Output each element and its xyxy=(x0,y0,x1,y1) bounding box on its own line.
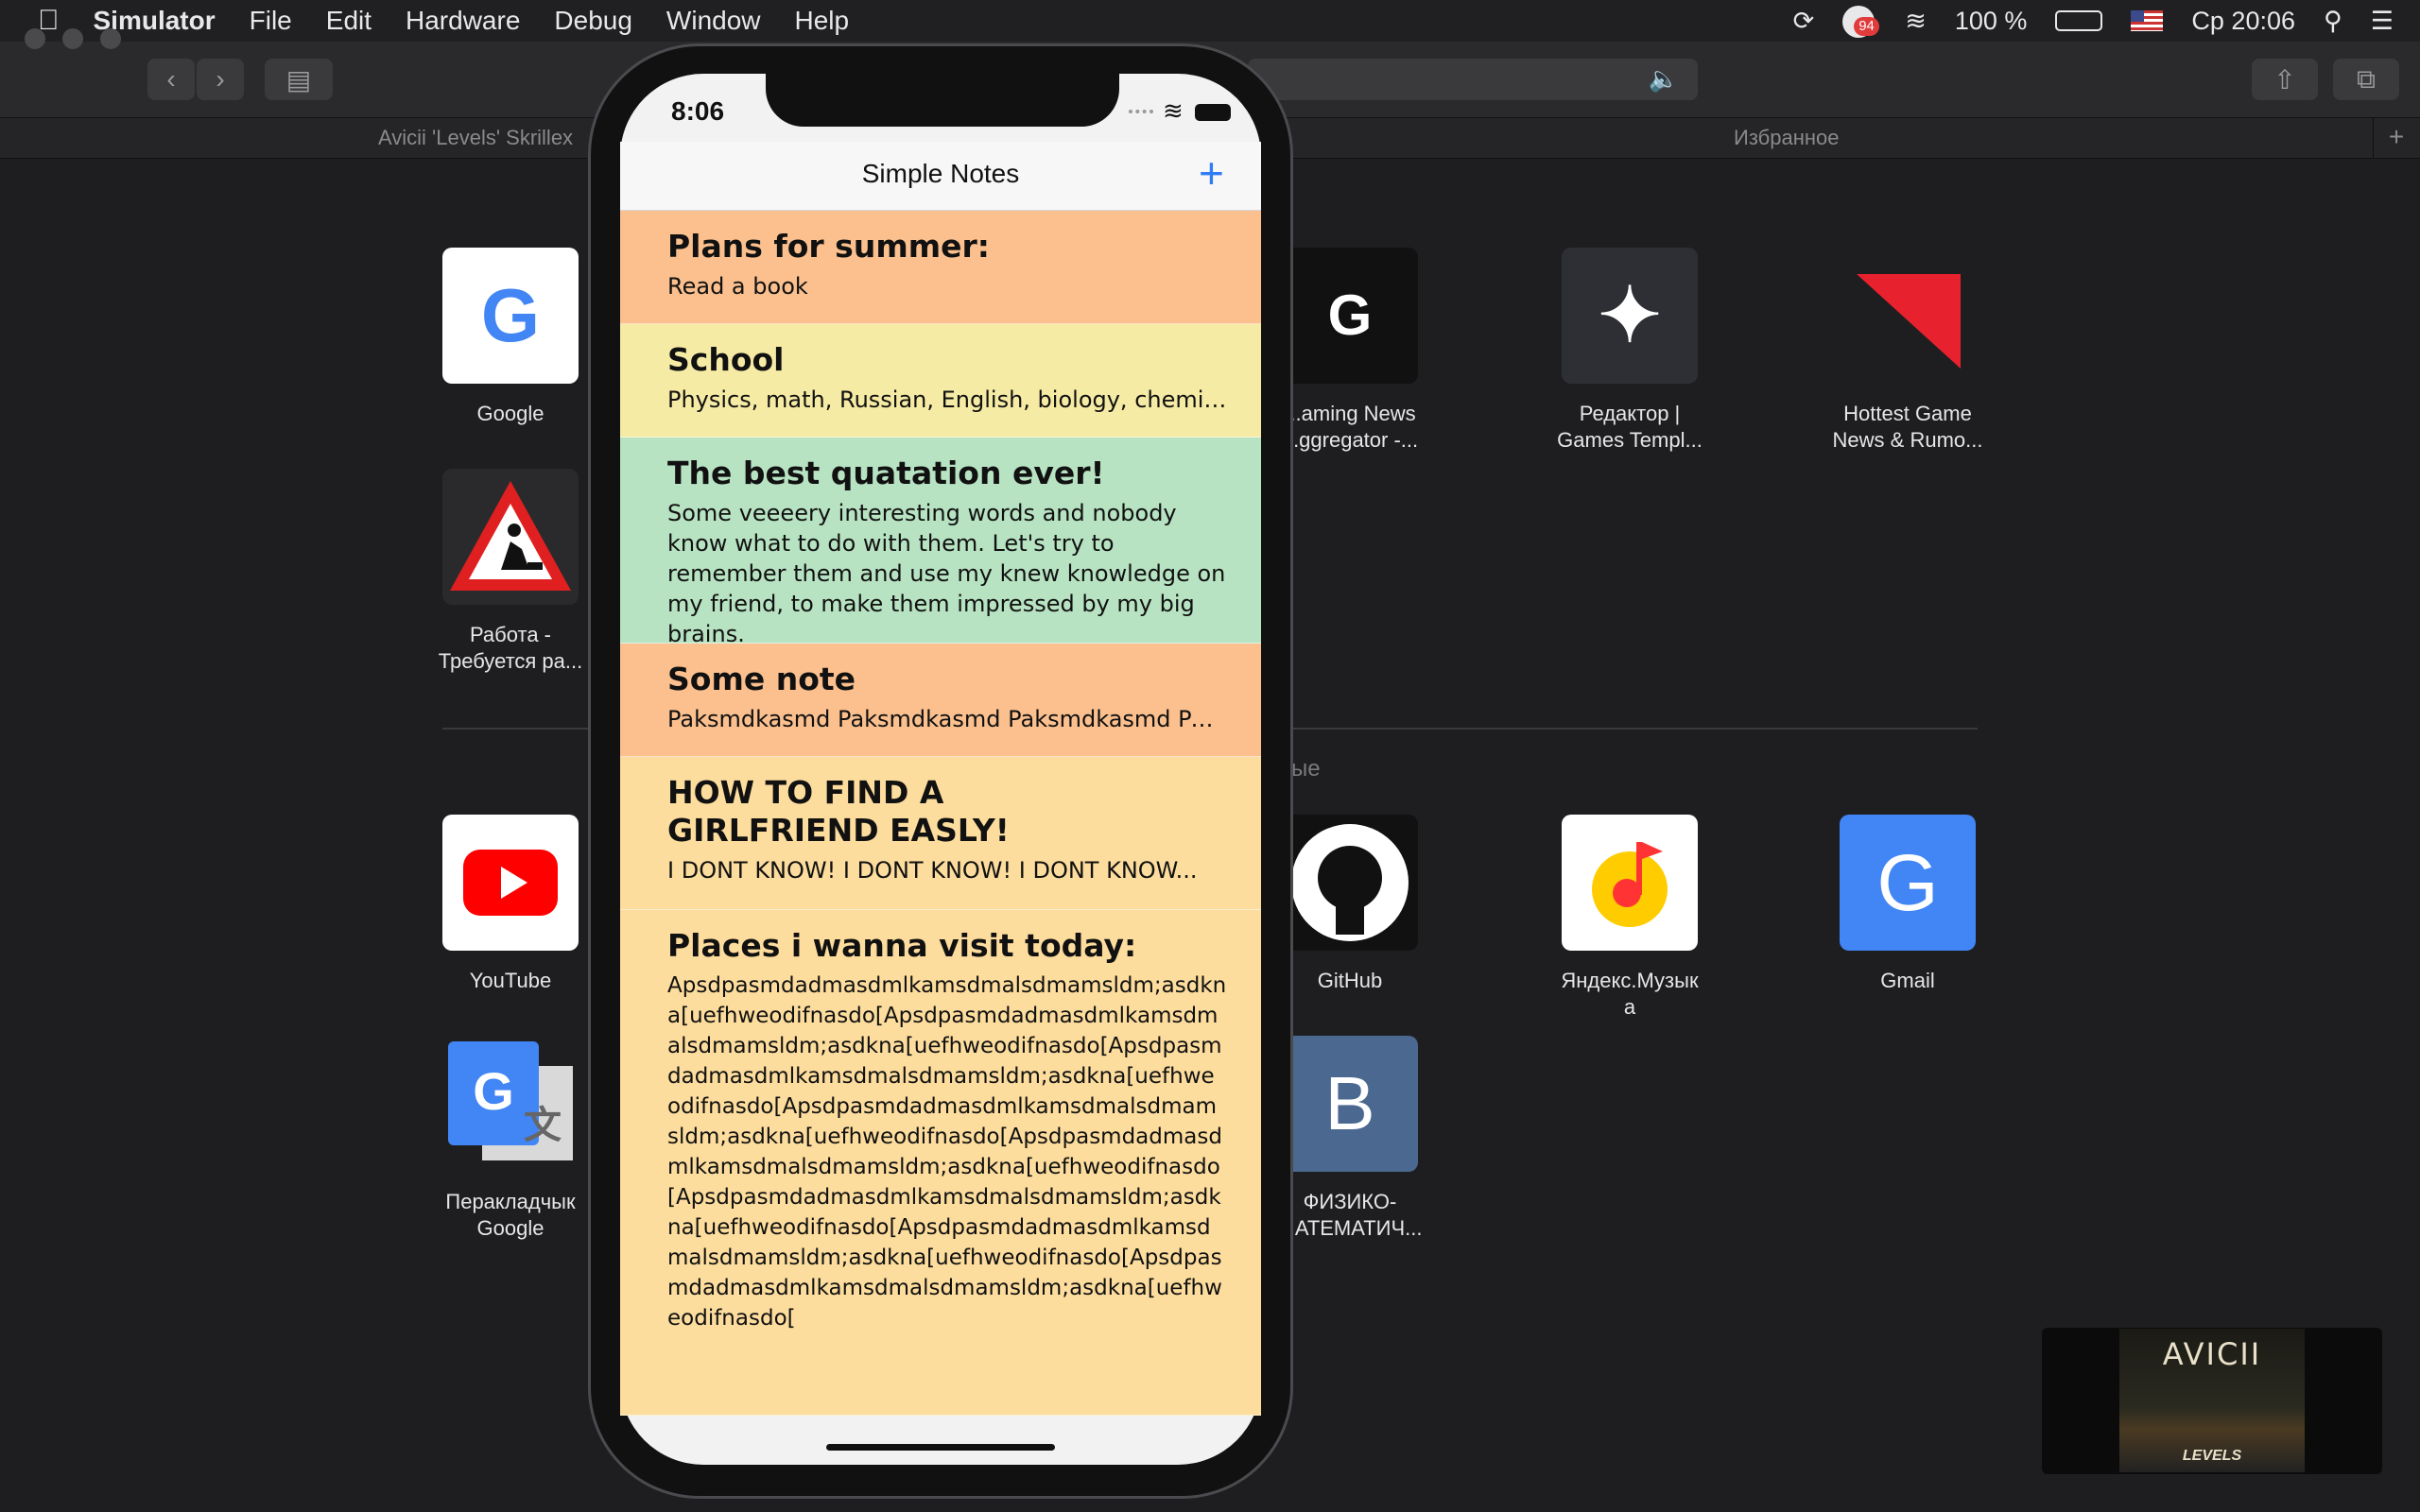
svg-text:G: G xyxy=(473,1061,514,1121)
frequent-label: Gmail xyxy=(1880,969,1935,992)
note-body: Apsdpasmdadmasdmlkamsdmalsdmamsldm;asdkn… xyxy=(667,973,1227,1331)
note-body: Physics, math, Russian, English, biology… xyxy=(667,387,1227,413)
google-icon: G xyxy=(442,248,579,384)
speaker-icon[interactable]: 🔈 xyxy=(1649,64,1679,94)
video-title: AVICII xyxy=(2162,1336,2262,1372)
menu-hardware[interactable]: Hardware xyxy=(406,6,520,36)
list-icon[interactable]: ☰ xyxy=(2371,7,2394,36)
note-title: Plans for summer: xyxy=(667,228,990,265)
frequent-label: Яндекс.Музык а xyxy=(1561,969,1699,1019)
youtube-icon xyxy=(442,815,579,951)
frequent-yandex-music[interactable]: Яндекс.Музык а xyxy=(1488,815,1772,1021)
favorite-hottest-game[interactable]: Hottest Game News & Rumo... xyxy=(1766,248,2049,454)
menu-file[interactable]: File xyxy=(250,6,292,36)
menu-help[interactable]: Help xyxy=(795,6,850,36)
note-title: School xyxy=(667,341,785,378)
plus-icon[interactable]: + xyxy=(1199,151,1224,195)
minimize-window-button[interactable] xyxy=(62,28,83,49)
menu-debug[interactable]: Debug xyxy=(554,6,632,36)
flag-icon[interactable] xyxy=(2131,10,2164,31)
red-triangle-icon xyxy=(1840,248,1976,384)
zoom-window-button[interactable] xyxy=(100,28,121,49)
google-translate-icon: G文 xyxy=(442,1036,579,1172)
vk-icon: B xyxy=(1282,1036,1418,1172)
gna-icon: G xyxy=(1282,248,1418,384)
gmail-icon: G xyxy=(1840,815,1976,951)
address-bar[interactable]: 🔈 xyxy=(1248,59,1698,100)
phone-notch xyxy=(766,74,1119,127)
notification-icon[interactable]: 94 xyxy=(1842,4,1879,38)
note-body: Paksmdkasmd Paksmdkasmd Paksmdkasmd Paks… xyxy=(667,706,1227,732)
search-icon[interactable]: ⚲ xyxy=(2324,7,2342,36)
video-subtitle: LEVELS xyxy=(2182,1448,2242,1464)
note-title: Some note xyxy=(667,661,856,697)
clock[interactable]: Ср 20:06 xyxy=(2191,7,2295,36)
note-item[interactable]: School Physics, math, Russian, English, … xyxy=(620,324,1261,438)
note-title: Places i wanna visit today: xyxy=(667,927,1137,964)
menu-window[interactable]: Window xyxy=(666,6,761,36)
note-item[interactable]: Some note Paksmdkasmd Paksmdkasmd Paksmd… xyxy=(620,644,1261,757)
note-body: Read a book xyxy=(667,273,808,300)
battery-icon[interactable] xyxy=(2055,10,2103,31)
github-icon xyxy=(1282,815,1418,951)
phone-wifi-icon: ≋ xyxy=(1163,96,1184,125)
home-indicator[interactable] xyxy=(826,1444,1055,1451)
yandex-music-icon xyxy=(1562,815,1698,951)
status-area: ⟳ 94 ≋ 100 % Ср 20:06 ⚲ ☰ xyxy=(1793,0,2394,42)
tab-avicii[interactable]: Avicii 'Levels' Skrillex xyxy=(378,126,573,150)
favorite-redaktor[interactable]: ✦ Редактор | Games Templ... xyxy=(1488,248,1772,454)
close-window-button[interactable] xyxy=(25,28,45,49)
svg-text:文: 文 xyxy=(524,1104,562,1147)
tab-favorites[interactable]: Избранное xyxy=(1734,126,1840,150)
menu-bar:  Simulator File Edit Hardware Debug Win… xyxy=(0,0,2420,42)
nav-title: Simple Notes xyxy=(861,159,1020,188)
status-time: 8:06 xyxy=(671,96,725,126)
note-item[interactable]: HOW TO FIND A GIRLFRIEND EASLY! I DONT K… xyxy=(620,757,1261,910)
favorite-label: Редактор | Games Templ... xyxy=(1557,402,1703,452)
frequent-gmail[interactable]: G Gmail xyxy=(1766,815,2049,994)
broadcast-icon[interactable]: ⟳ xyxy=(1793,7,1815,36)
share-icon[interactable]: ⇧ xyxy=(2252,59,2318,100)
sidebar-icon[interactable]: ▤ xyxy=(265,59,333,100)
note-title: HOW TO FIND A GIRLFRIEND EASLY! xyxy=(667,774,1010,849)
roadwork-icon xyxy=(442,469,579,605)
cellular-icon xyxy=(1129,110,1153,119)
battery-percent: 100 % xyxy=(1954,6,2028,35)
note-item[interactable]: The best quatation ever! Some veeeery in… xyxy=(620,438,1261,647)
notification-badge: 94 xyxy=(1854,17,1879,36)
note-item[interactable]: Plans for summer: Read a book xyxy=(620,211,1261,324)
section-label: ые xyxy=(1291,756,1321,782)
favorite-label: Hottest Game News & Rumo... xyxy=(1832,402,1983,452)
phone-battery-icon xyxy=(1195,104,1231,121)
tabs-icon[interactable]: ⧉ xyxy=(2333,59,2399,100)
forward-icon[interactable]: › xyxy=(197,59,244,100)
note-title: The best quatation ever! xyxy=(667,455,1105,491)
menu-edit[interactable]: Edit xyxy=(326,6,372,36)
wifi-icon[interactable]: ≋ xyxy=(1905,7,1927,36)
back-icon[interactable]: ‹ xyxy=(147,59,195,100)
note-item[interactable]: Places i wanna visit today: Apsdpasmdadm… xyxy=(620,910,1261,1416)
star-icon: ✦ xyxy=(1562,248,1698,384)
note-body: Some veeeery interesting words and nobod… xyxy=(667,500,1226,647)
new-tab-icon[interactable]: + xyxy=(2373,118,2419,158)
note-body: I DONT KNOW! I DONT KNOW! I DONT KNOW... xyxy=(667,857,1198,884)
video-thumbnail: AVICII LEVELS xyxy=(2119,1329,2305,1472)
